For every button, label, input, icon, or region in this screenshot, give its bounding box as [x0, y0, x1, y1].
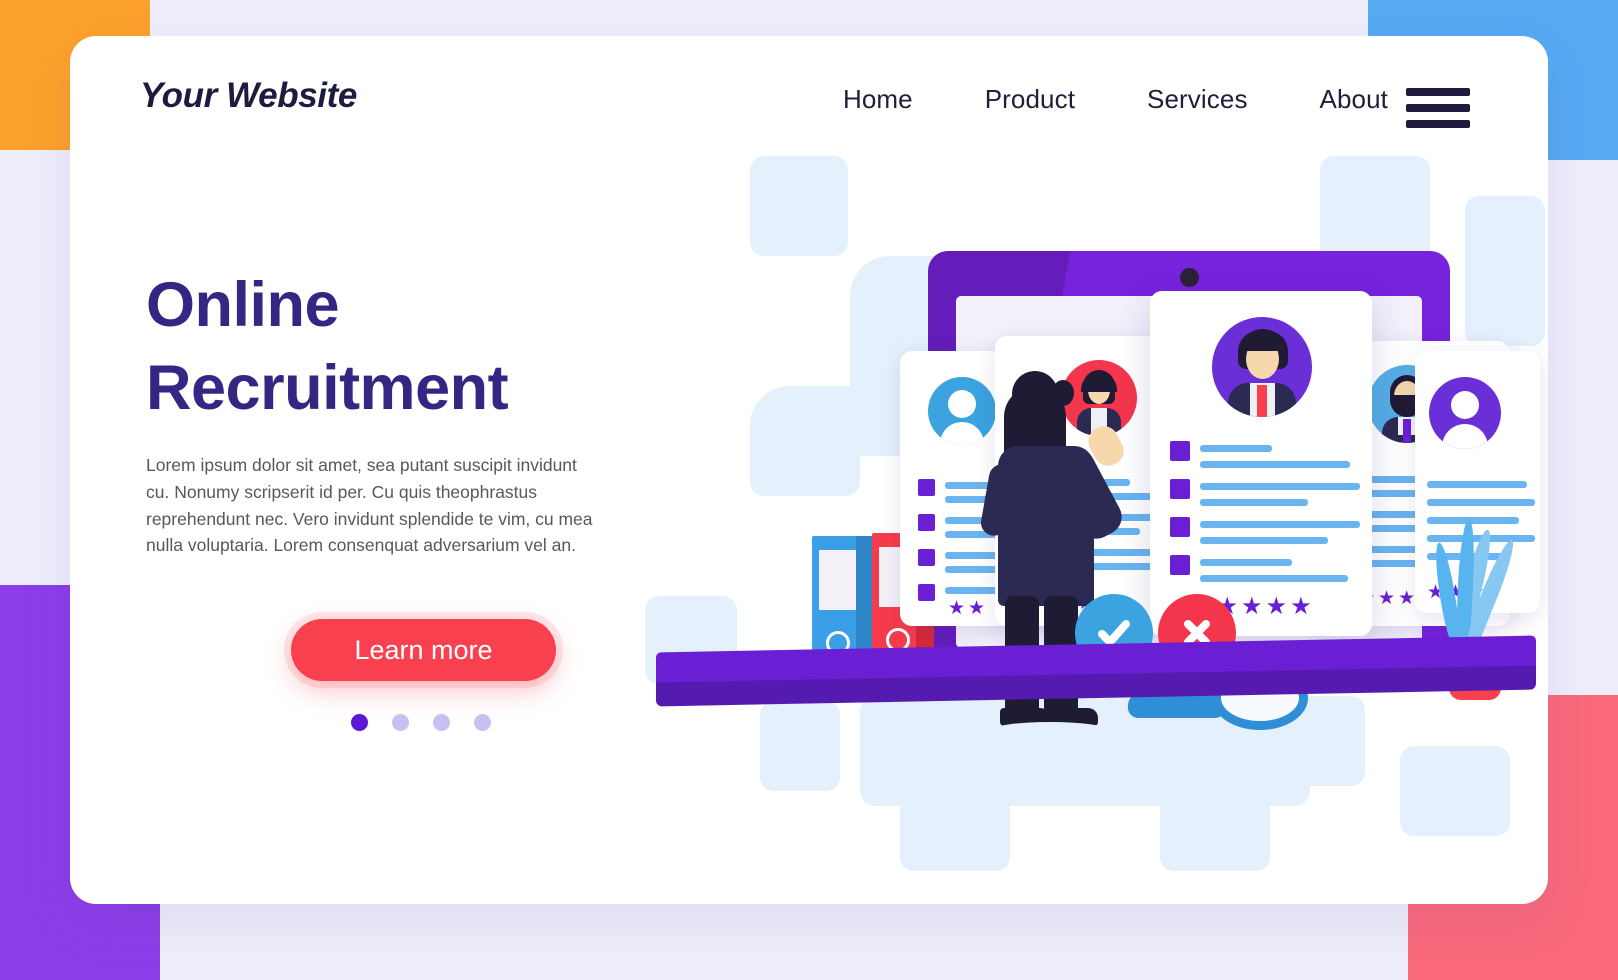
star-icon: ★ — [1378, 588, 1396, 609]
binder-blue-label — [819, 550, 857, 610]
resume-card-1-avatar — [928, 377, 996, 445]
resume-card-3-avatar — [1212, 317, 1312, 417]
carousel-dot-2[interactable] — [392, 714, 409, 731]
carousel-dot-1[interactable] — [351, 714, 368, 731]
hamburger-bar-1 — [1406, 88, 1470, 96]
person-shadow — [992, 722, 1108, 738]
decor-square-9 — [900, 796, 1010, 871]
star-icon: ★ — [1398, 588, 1416, 609]
decor-square-4 — [1320, 156, 1430, 266]
landing-page-card: Your Website Home Product Services About… — [70, 36, 1548, 904]
decor-square-10 — [1160, 796, 1270, 871]
star-icon: ★ — [1241, 593, 1263, 620]
star-icon: ★ — [1265, 593, 1288, 620]
decor-square-11 — [1400, 746, 1510, 836]
person-bun — [1052, 380, 1074, 406]
star-icon: ★ — [1290, 593, 1312, 620]
decor-square-1 — [750, 156, 848, 256]
page-title-line-2: Recruitment — [146, 353, 509, 424]
star-icon: ★ — [948, 598, 966, 619]
hero-paragraph: Lorem ipsum dolor sit amet, sea putant s… — [146, 455, 593, 556]
carousel-dots — [351, 714, 491, 731]
resume-card-5-avatar — [1429, 377, 1501, 449]
learn-more-button[interactable]: Learn more — [291, 619, 556, 681]
illustration: ★ ★ ★ ★ ★ ★ ★ ★ ★ ★ — [560, 96, 1545, 896]
site-logo[interactable]: Your Website — [140, 76, 357, 116]
page-title-line-1: Online — [146, 270, 340, 340]
decor-square-3 — [750, 386, 860, 496]
laptop-camera-icon — [1180, 268, 1199, 287]
resume-card-3[interactable]: ★★★★★ — [1150, 291, 1372, 636]
carousel-dot-3[interactable] — [433, 714, 450, 731]
decor-square-7 — [760, 701, 840, 791]
decor-square-5 — [1465, 196, 1545, 346]
resume-card-1-rating: ★ ★ — [948, 599, 985, 618]
star-icon: ★ — [968, 598, 986, 619]
carousel-dot-4[interactable] — [474, 714, 491, 731]
